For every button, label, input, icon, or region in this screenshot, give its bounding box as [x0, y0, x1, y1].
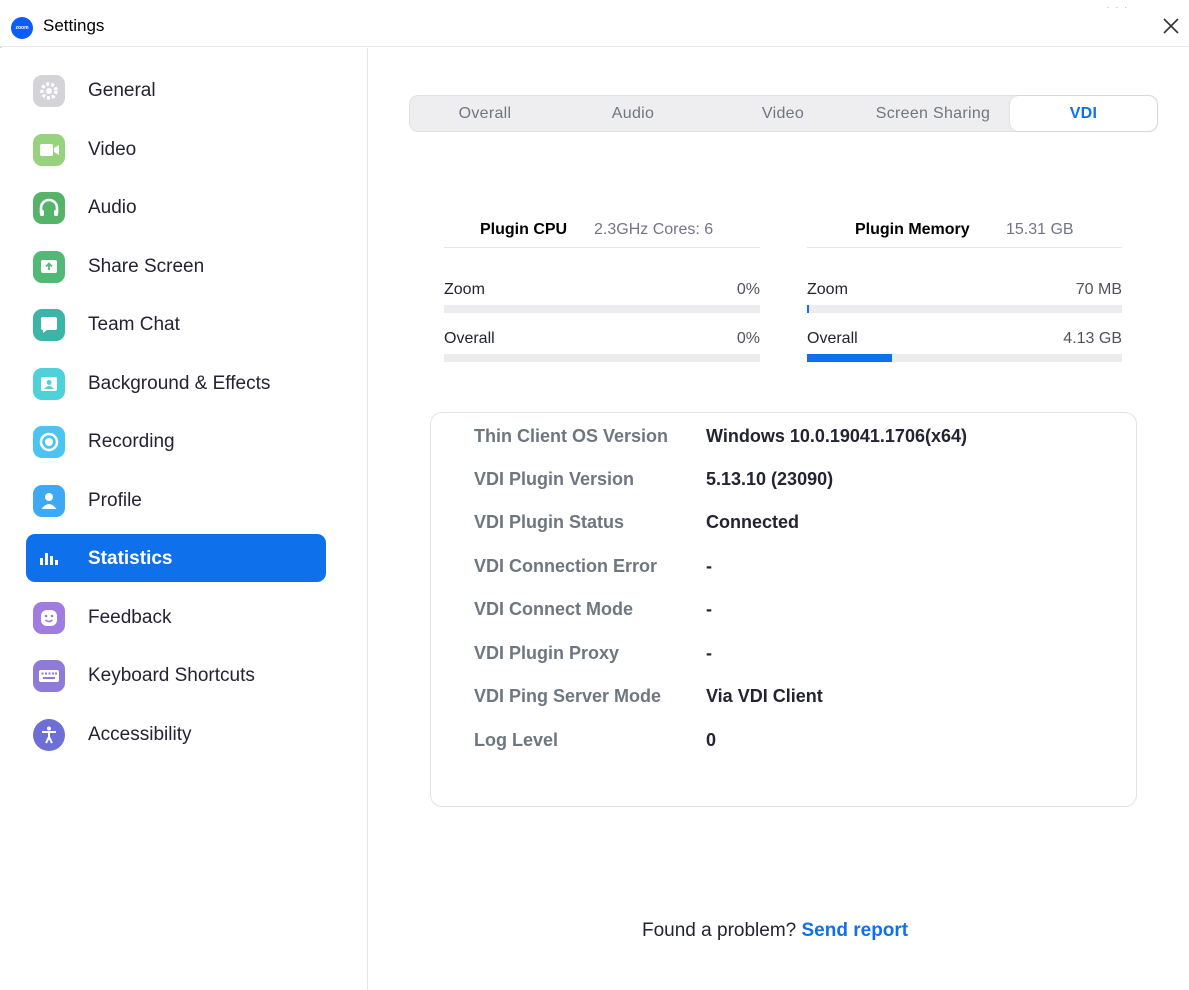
cpu-zoom-row: Zoom 0% — [444, 281, 760, 315]
keyboard-icon — [33, 660, 65, 692]
info-key: VDI Plugin Proxy — [474, 643, 620, 663]
plugin-cpu-value: 2.3GHz Cores: 6 — [594, 221, 714, 238]
cpu-overall-row: Overall 0% — [444, 330, 760, 364]
info-key: VDI Ping Server Mode — [474, 686, 662, 706]
tab-vdi[interactable]: VDI — [1010, 96, 1157, 131]
plugin-memory-header: Plugin Memory 15.31 GB — [807, 218, 1122, 248]
share-screen-icon — [33, 251, 65, 283]
sidebar-item-profile[interactable]: Profile — [26, 476, 326, 524]
sidebar-item-label: Statistics — [88, 548, 173, 569]
feedback-smile-icon — [33, 602, 65, 634]
plugin-cpu-label: Plugin CPU — [480, 221, 568, 238]
sidebar-item-recording[interactable]: Recording — [26, 417, 326, 465]
headphones-icon — [33, 192, 65, 224]
footer-text: Found a problem? — [642, 920, 797, 941]
info-value: - — [706, 556, 712, 576]
sidebar-item-feedback[interactable]: Feedback — [26, 593, 326, 641]
info-key: VDI Connection Error — [474, 556, 658, 576]
cpu-zoom-bar — [444, 305, 760, 313]
memory-overall-bar — [807, 354, 1122, 362]
memory-overall-row: Overall 4.13 GB — [807, 330, 1122, 364]
info-value: 0 — [706, 730, 717, 750]
close-icon — [1163, 18, 1179, 34]
record-icon — [33, 426, 65, 458]
cpu-overall-label: Overall — [444, 330, 495, 347]
cpu-zoom-label: Zoom — [444, 281, 485, 298]
sidebar-item-label: Feedback — [88, 607, 172, 628]
info-key: Thin Client OS Version — [474, 426, 669, 446]
memory-overall-value: 4.13 GB — [1063, 330, 1122, 347]
info-value: Via VDI Client — [706, 686, 823, 706]
vdi-info-card: Thin Client OS Version Windows 10.0.1904… — [430, 412, 1137, 807]
memory-zoom-value: 70 MB — [1075, 281, 1122, 298]
plugin-cpu-header: Plugin CPU 2.3GHz Cores: 6 — [444, 218, 760, 248]
sidebar-item-label: Accessibility — [88, 724, 192, 745]
gear-icon — [33, 75, 65, 107]
send-report-link[interactable]: Send report — [802, 920, 909, 941]
plugin-memory-value: 15.31 GB — [1006, 221, 1074, 238]
title-bar: zoom Settings · · · — [0, 0, 1189, 47]
sidebar-item-label: Share Screen — [88, 256, 205, 277]
statistics-icon — [33, 543, 65, 575]
info-key: VDI Plugin Version — [474, 469, 635, 489]
info-value: Windows 10.0.19041.1706(x64) — [706, 426, 967, 446]
profile-icon — [33, 485, 65, 517]
sidebar-item-background-effects[interactable]: Background & Effects — [26, 359, 326, 407]
info-key: Log Level — [474, 730, 559, 750]
sidebar-item-keyboard-shortcuts[interactable]: Keyboard Shortcuts — [26, 651, 326, 699]
sidebar-item-label: Profile — [88, 490, 142, 511]
settings-sidebar: General Video Audio Share Screen Team Ch… — [0, 48, 368, 990]
info-value: - — [706, 643, 712, 663]
cpu-zoom-value: 0% — [736, 281, 760, 298]
sidebar-item-team-chat[interactable]: Team Chat — [26, 300, 326, 348]
background-icon — [33, 368, 65, 400]
sidebar-item-statistics[interactable]: Statistics — [26, 534, 326, 582]
info-key: VDI Connect Mode — [474, 599, 634, 619]
footer: Found a problem? Send report — [642, 920, 908, 942]
close-button[interactable] — [1157, 12, 1185, 40]
sidebar-item-video[interactable]: Video — [26, 125, 326, 173]
sidebar-item-label: Background & Effects — [88, 373, 271, 394]
zoom-logo-icon: zoom — [11, 17, 33, 39]
accessibility-icon — [33, 719, 65, 751]
sidebar-item-label: Keyboard Shortcuts — [88, 665, 255, 686]
chat-bubble-icon — [33, 309, 65, 341]
memory-overall-label: Overall — [807, 330, 858, 347]
tab-audio[interactable]: Audio — [560, 96, 706, 131]
sidebar-item-share-screen[interactable]: Share Screen — [26, 242, 326, 290]
cpu-overall-bar — [444, 354, 760, 362]
sidebar-item-label: Audio — [88, 197, 137, 218]
sidebar-item-accessibility[interactable]: Accessibility — [26, 710, 326, 758]
sidebar-item-label: Team Chat — [88, 314, 180, 335]
video-camera-icon — [33, 134, 65, 166]
info-value: Connected — [706, 512, 800, 532]
tab-overall[interactable]: Overall — [410, 96, 560, 131]
sidebar-item-label: Recording — [88, 431, 175, 452]
sidebar-item-general[interactable]: General — [26, 66, 326, 114]
sidebar-item-audio[interactable]: Audio — [26, 183, 326, 231]
tab-video[interactable]: Video — [710, 96, 856, 131]
memory-zoom-label: Zoom — [807, 281, 848, 298]
memory-zoom-bar — [807, 305, 1122, 313]
plugin-memory-label: Plugin Memory — [855, 221, 970, 238]
info-key: VDI Plugin Status — [474, 512, 625, 532]
sidebar-item-label: General — [88, 80, 156, 101]
cpu-overall-value: 0% — [736, 330, 760, 347]
tab-screen-sharing[interactable]: Screen Sharing — [860, 96, 1006, 131]
corner-mark: · · · — [1106, 3, 1129, 12]
info-value: 5.13.10 (23090) — [706, 469, 834, 489]
memory-zoom-row: Zoom 70 MB — [807, 281, 1122, 315]
info-value: - — [706, 599, 712, 619]
statistics-tabs: Overall Audio Video Screen Sharing VDI — [409, 95, 1158, 132]
window-title: Settings — [43, 16, 105, 35]
sidebar-item-label: Video — [88, 139, 137, 160]
